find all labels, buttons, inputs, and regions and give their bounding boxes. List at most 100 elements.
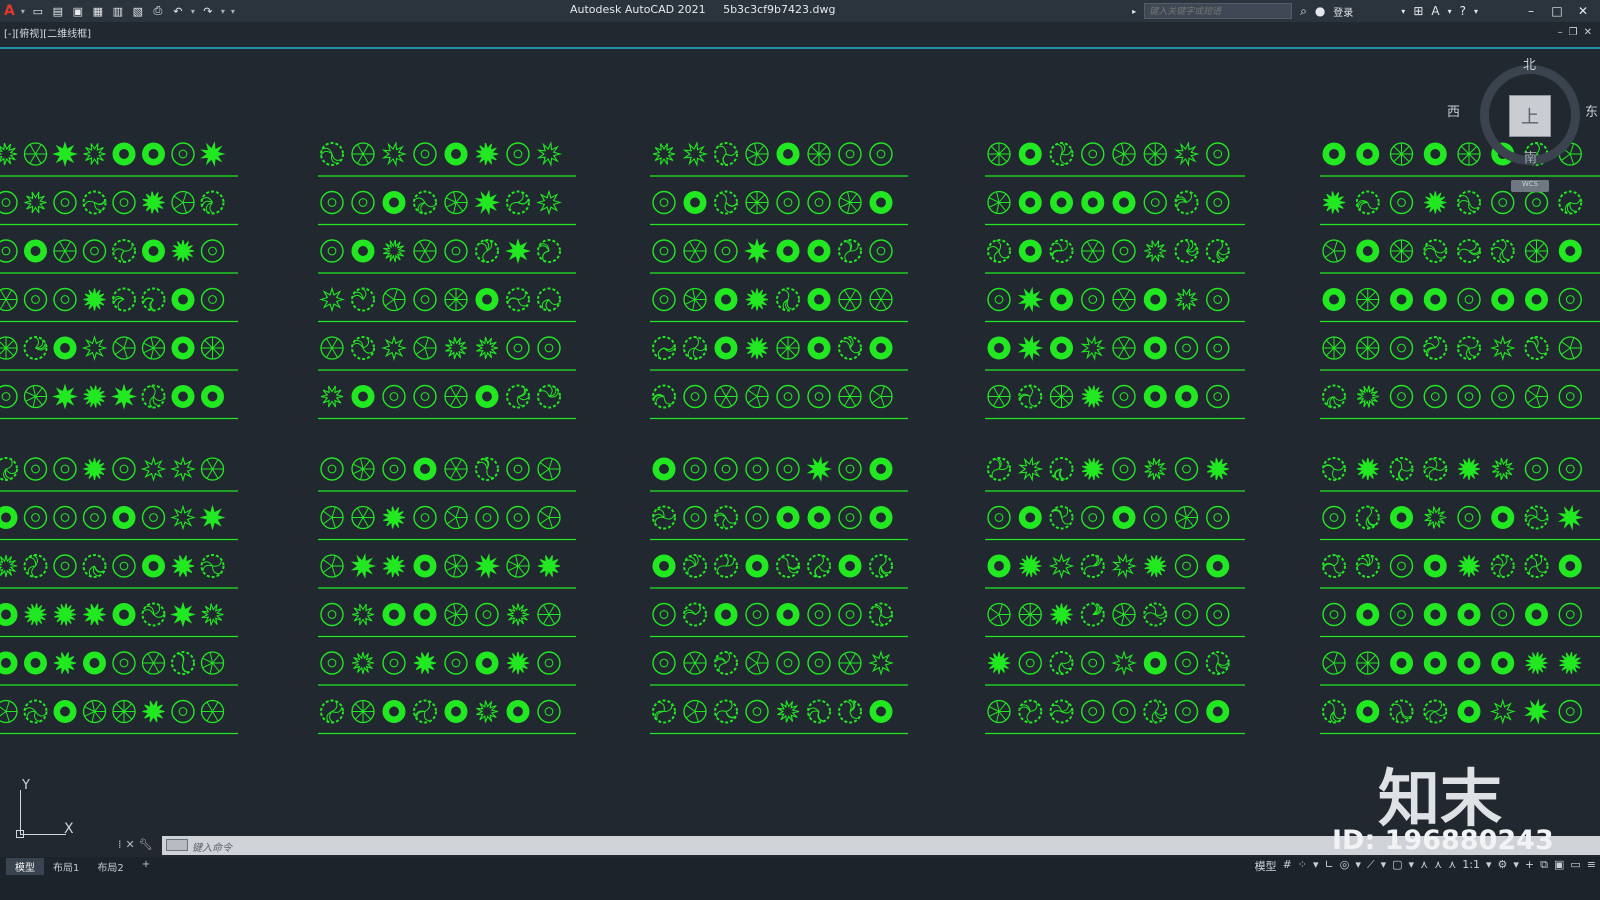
app-caret-icon[interactable]: ▾ bbox=[1448, 7, 1452, 16]
redo-icon[interactable]: ↷ bbox=[201, 4, 215, 18]
plant-symbol bbox=[506, 505, 530, 530]
search-icon[interactable]: ⌕ bbox=[1300, 4, 1307, 19]
isodraft-caret-icon[interactable]: ▾ bbox=[1381, 858, 1387, 874]
plant-symbol bbox=[200, 651, 225, 675]
redo-caret-icon[interactable]: ▾ bbox=[221, 7, 225, 16]
ortho-icon[interactable]: ∟ bbox=[1325, 858, 1334, 874]
snap-icon[interactable]: ⁘ bbox=[1298, 858, 1307, 874]
plant-symbol bbox=[444, 239, 468, 263]
viewcube[interactable]: 北 西 东 南 上 WCS bbox=[1447, 54, 1600, 195]
compass-south[interactable]: 南 bbox=[1524, 147, 1537, 166]
viewport-controls-label[interactable]: [-][俯视][二维线框] bbox=[4, 25, 91, 40]
plant-symbol bbox=[745, 190, 769, 215]
isodraft-icon[interactable]: ⟋ bbox=[1367, 858, 1375, 874]
plus-icon[interactable]: + bbox=[1525, 858, 1534, 874]
grid-icon[interactable]: # bbox=[1283, 858, 1292, 874]
expand-search-icon[interactable]: ▸ bbox=[1132, 7, 1136, 16]
annotation-visibility-icon[interactable]: ⋏ bbox=[1420, 858, 1428, 874]
search-input[interactable] bbox=[1144, 3, 1293, 19]
tab-add[interactable]: + bbox=[133, 858, 159, 875]
isolate-icon[interactable]: ⧉ bbox=[1540, 858, 1548, 874]
app-menu-caret-icon[interactable]: ▾ bbox=[21, 7, 25, 16]
plant-symbol bbox=[83, 603, 106, 626]
snap-caret-icon[interactable]: ▾ bbox=[1313, 858, 1319, 874]
new-icon[interactable]: ▭ bbox=[31, 4, 45, 18]
annotation-scale-icon[interactable]: ⋏ bbox=[1448, 858, 1456, 874]
command-grip-icon[interactable]: ⁞ bbox=[118, 838, 122, 851]
save-icon[interactable]: ▣ bbox=[71, 4, 85, 18]
plant-symbol bbox=[714, 457, 738, 481]
minimize-icon[interactable]: – bbox=[1522, 4, 1540, 18]
viewcube-top-face[interactable]: 上 bbox=[1509, 95, 1551, 137]
drawing-minimize-icon[interactable]: – bbox=[1558, 27, 1563, 38]
drawing-close-icon[interactable]: ✕ bbox=[1584, 27, 1592, 38]
plant-symbol bbox=[683, 554, 707, 578]
compass-west[interactable]: 西 bbox=[1447, 101, 1460, 120]
customize-toolbar-icon[interactable]: ▾ bbox=[231, 7, 235, 16]
wcs-menu[interactable]: WCS bbox=[1511, 180, 1549, 192]
help-icon[interactable]: ? bbox=[1460, 4, 1466, 18]
undo-caret-icon[interactable]: ▾ bbox=[191, 7, 195, 16]
print-icon[interactable]: ⎙ bbox=[151, 4, 165, 18]
autoscale-icon[interactable]: ⋏ bbox=[1434, 858, 1442, 874]
hardware-accel-icon[interactable]: ▣ bbox=[1554, 858, 1564, 874]
tab-layout2[interactable]: 布局2 bbox=[88, 858, 132, 875]
osnap-caret-icon[interactable]: ▾ bbox=[1409, 858, 1415, 874]
tab-model[interactable]: 模型 bbox=[6, 858, 44, 875]
plant-symbol bbox=[320, 239, 344, 263]
clean-screen-icon[interactable]: ▭ bbox=[1570, 858, 1580, 874]
plant-symbol bbox=[1491, 384, 1515, 409]
plant-symbol bbox=[714, 603, 738, 626]
drawing-restore-icon[interactable]: ❐ bbox=[1569, 27, 1578, 38]
plant-symbol bbox=[506, 384, 530, 409]
plant-symbol bbox=[1206, 142, 1230, 166]
command-customize-icon[interactable]: 🔧︎ bbox=[139, 838, 153, 851]
scale-caret-icon[interactable]: ▾ bbox=[1486, 858, 1492, 874]
plant-symbol bbox=[140, 456, 167, 482]
drawing-canvas[interactable] bbox=[0, 49, 1600, 849]
plant-symbol bbox=[652, 287, 676, 312]
open-icon[interactable]: ▤ bbox=[51, 4, 65, 18]
application-menu-button[interactable]: A bbox=[4, 3, 15, 19]
publish-icon[interactable]: ▧ bbox=[131, 4, 145, 18]
osnap-icon[interactable]: ▢ bbox=[1392, 858, 1402, 874]
plant-symbol bbox=[1143, 505, 1167, 530]
plant-symbol bbox=[444, 651, 468, 675]
compass-north[interactable]: 北 bbox=[1523, 54, 1536, 73]
polar-icon[interactable]: ◎ bbox=[1340, 858, 1350, 874]
login-button[interactable]: 登录 bbox=[1333, 4, 1353, 19]
plant-symbol bbox=[1174, 457, 1199, 481]
plot-preview-icon[interactable]: ▥ bbox=[111, 4, 125, 18]
login-caret-icon[interactable]: ▾ bbox=[1401, 7, 1405, 16]
polar-caret-icon[interactable]: ▾ bbox=[1355, 858, 1361, 874]
plant-symbol bbox=[444, 602, 468, 627]
help-caret-icon[interactable]: ▾ bbox=[1474, 7, 1478, 16]
saveas-icon[interactable]: ▦ bbox=[91, 4, 105, 18]
plant-symbol bbox=[319, 286, 345, 313]
command-close-icon[interactable]: ✕ bbox=[126, 838, 135, 851]
autodesk-app-icon[interactable]: A bbox=[1431, 4, 1439, 18]
plant-symbol bbox=[1081, 699, 1105, 724]
annotation-scale-value[interactable]: 1:1 bbox=[1462, 858, 1480, 874]
plant-symbol bbox=[1558, 384, 1582, 409]
cart-icon[interactable]: ⊞ bbox=[1413, 4, 1423, 18]
plant-symbol bbox=[1205, 239, 1230, 263]
user-icon[interactable]: ● bbox=[1315, 4, 1325, 18]
plant-symbol bbox=[0, 287, 18, 312]
tab-layout1[interactable]: 布局1 bbox=[44, 858, 88, 875]
workspace-gear-icon[interactable]: ⚙ bbox=[1497, 858, 1507, 874]
layout-tabs: 模型 布局1 布局2 + bbox=[6, 858, 159, 875]
maximize-icon[interactable]: □ bbox=[1548, 4, 1566, 18]
command-recent-icon[interactable] bbox=[166, 839, 188, 851]
compass-east[interactable]: 东 bbox=[1585, 101, 1598, 120]
close-icon[interactable]: ✕ bbox=[1574, 4, 1592, 18]
plant-symbol bbox=[1144, 554, 1167, 578]
plant-symbol bbox=[1423, 603, 1447, 626]
plant-symbol bbox=[1205, 651, 1230, 675]
undo-icon[interactable]: ↶ bbox=[171, 4, 185, 18]
plant-symbol bbox=[1081, 142, 1105, 166]
plant-symbol bbox=[1490, 554, 1515, 578]
customize-menu-icon[interactable]: ≡ bbox=[1587, 858, 1596, 874]
model-space-button[interactable]: 模型 bbox=[1255, 858, 1277, 874]
gear-caret-icon[interactable]: ▾ bbox=[1513, 858, 1519, 874]
